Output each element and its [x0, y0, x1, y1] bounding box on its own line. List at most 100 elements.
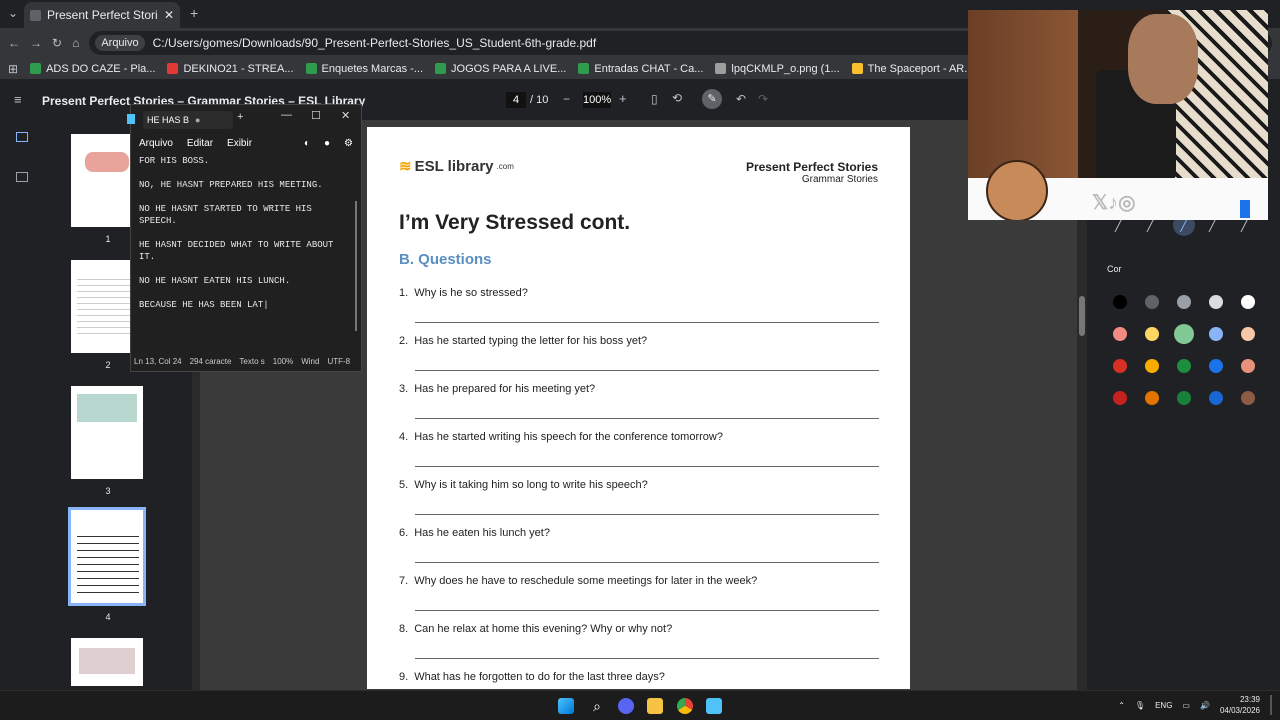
overlay-accent: [1240, 200, 1250, 218]
discord-icon[interactable]: [618, 698, 634, 714]
thumbnail-number: 2: [105, 360, 111, 370]
clock[interactable]: 23:39 04/03/2026: [1220, 694, 1260, 716]
reload-icon[interactable]: ↻: [52, 36, 62, 50]
redo-icon[interactable]: ↷: [758, 92, 768, 106]
marker-icon[interactable]: ╱: [1209, 218, 1216, 232]
logo-suffix: .com: [496, 161, 514, 171]
annotate-icon[interactable]: ✎: [702, 89, 722, 109]
color-swatch[interactable]: [1113, 295, 1127, 309]
minimize-icon[interactable]: —: [281, 109, 292, 121]
close-tab-icon[interactable]: ✕: [164, 8, 174, 22]
page-total: / 10: [530, 94, 549, 106]
color-swatch[interactable]: [1209, 359, 1223, 373]
search-icon[interactable]: ⌕: [589, 698, 605, 714]
tray-chevron-icon[interactable]: ⌃: [1118, 701, 1125, 710]
color-swatch[interactable]: [1241, 295, 1255, 309]
new-tab-icon[interactable]: +: [237, 111, 243, 123]
bookmark-item[interactable]: Entradas CHAT - Ca...: [578, 63, 703, 75]
color-swatch[interactable]: [1177, 359, 1191, 373]
question-number: 4.: [399, 431, 409, 443]
answer-line: [415, 466, 879, 467]
thumbnail-page-3[interactable]: [71, 386, 143, 479]
zoom-input[interactable]: 100%: [583, 92, 611, 108]
undo-icon[interactable]: ↶: [736, 92, 746, 106]
network-icon[interactable]: ▭: [1182, 701, 1190, 710]
forward-icon[interactable]: →: [30, 36, 42, 50]
outline-view-icon[interactable]: [16, 172, 28, 182]
bookmark-item[interactable]: Enquetes Marcas -...: [305, 63, 423, 75]
copilot-icon[interactable]: ◐: [304, 138, 310, 149]
volume-icon[interactable]: 🔊: [1200, 701, 1210, 710]
file-explorer-icon[interactable]: [647, 698, 663, 714]
file-chip: Arquivo: [95, 35, 145, 51]
notepad-scrollbar[interactable]: [355, 201, 357, 331]
home-icon[interactable]: ⌂: [72, 36, 79, 50]
bookmark-item[interactable]: lpqCKMLP_o.png (1...: [715, 63, 840, 75]
answer-line: [415, 370, 879, 371]
status-encoding: UTF-8: [327, 357, 351, 366]
thumbnail-page-4-selected[interactable]: [68, 507, 146, 606]
color-swatch[interactable]: [1113, 327, 1127, 341]
avatar: [986, 160, 1048, 220]
bookmark-item[interactable]: ADS DO CAZE - Pla...: [30, 63, 155, 75]
menu-exibir[interactable]: Exibir: [227, 138, 252, 149]
microphone-icon[interactable]: 🎙: [1135, 701, 1145, 710]
tab-favicon-icon: [30, 9, 41, 21]
tab-search-icon[interactable]: ⌄: [8, 6, 18, 20]
clock-time: 23:39: [1239, 695, 1260, 704]
chrome-icon[interactable]: [677, 698, 693, 714]
color-swatch[interactable]: [1241, 391, 1255, 405]
notepad-tab[interactable]: HE HAS B ●: [143, 111, 233, 129]
social-icons: 𝕏♪◎: [1092, 192, 1136, 214]
bookmark-item[interactable]: The Spaceport - AR...: [851, 63, 973, 75]
color-swatch[interactable]: [1209, 391, 1223, 405]
show-desktop[interactable]: [1270, 695, 1272, 715]
eraser-icon[interactable]: ╱: [1241, 218, 1248, 232]
notepad-taskbar-icon[interactable]: [706, 698, 722, 714]
apps-grid-icon[interactable]: ⊞: [8, 62, 18, 76]
color-swatch[interactable]: [1241, 359, 1255, 373]
close-icon[interactable]: ✕: [341, 109, 350, 122]
zoom-in-icon[interactable]: +: [619, 91, 627, 106]
color-swatch[interactable]: [1241, 327, 1255, 341]
pen-tool-icon[interactable]: ╱: [1115, 218, 1122, 232]
notepad-text-area[interactable]: FOR HIS BOSS. NO, HE HASNT PREPARED HIS …: [139, 155, 349, 351]
color-swatch[interactable]: [1113, 359, 1127, 373]
back-icon[interactable]: ←: [8, 36, 20, 50]
color-swatch[interactable]: [1145, 391, 1159, 405]
bookmark-item[interactable]: DEKINO21 - STREA...: [167, 63, 294, 75]
color-swatch[interactable]: [1145, 359, 1159, 373]
thumbnail-page-5[interactable]: [71, 638, 143, 686]
color-swatch[interactable]: [1174, 324, 1194, 344]
page-number-input[interactable]: 4: [506, 92, 526, 108]
maximize-icon[interactable]: ☐: [311, 109, 321, 122]
color-swatch[interactable]: [1209, 327, 1223, 341]
thumbnails-view-icon[interactable]: [16, 132, 28, 142]
account-icon[interactable]: ●: [324, 138, 330, 149]
clock-date: 04/03/2026: [1219, 706, 1260, 715]
color-swatch[interactable]: [1145, 327, 1159, 341]
fit-page-icon[interactable]: ▯: [651, 92, 658, 106]
menu-arquivo[interactable]: Arquivo: [139, 138, 173, 149]
header-subtitle: Grammar Stories: [801, 174, 878, 185]
url-text: C:/Users/gomes/Downloads/90_Present-Perf…: [152, 36, 597, 50]
color-swatch[interactable]: [1113, 391, 1127, 405]
color-swatch[interactable]: [1209, 295, 1223, 309]
new-tab-icon[interactable]: +: [190, 5, 198, 21]
menu-editar[interactable]: Editar: [187, 138, 213, 149]
start-icon[interactable]: [558, 698, 574, 714]
menu-icon[interactable]: ≡: [14, 92, 22, 107]
annotation-panel: ╱ ╱ ╱ ╱ ╱ Cor: [1087, 214, 1280, 690]
color-swatch[interactable]: [1177, 391, 1191, 405]
bookmark-item[interactable]: JOGOS PARA A LIVE...: [435, 63, 566, 75]
zoom-out-icon[interactable]: −: [563, 92, 570, 106]
rotate-icon[interactable]: ⟲: [672, 91, 682, 105]
scrollbar-thumb[interactable]: [1079, 296, 1085, 336]
color-swatch[interactable]: [1177, 295, 1191, 309]
browser-tab[interactable]: Present Perfect Stories – Gramm ✕: [24, 2, 180, 28]
answer-line: [415, 658, 879, 659]
color-swatch[interactable]: [1145, 295, 1159, 309]
pen-tool-icon[interactable]: ╱: [1147, 218, 1154, 232]
language-indicator[interactable]: ENG: [1155, 701, 1172, 710]
settings-gear-icon[interactable]: ⚙: [344, 138, 353, 149]
